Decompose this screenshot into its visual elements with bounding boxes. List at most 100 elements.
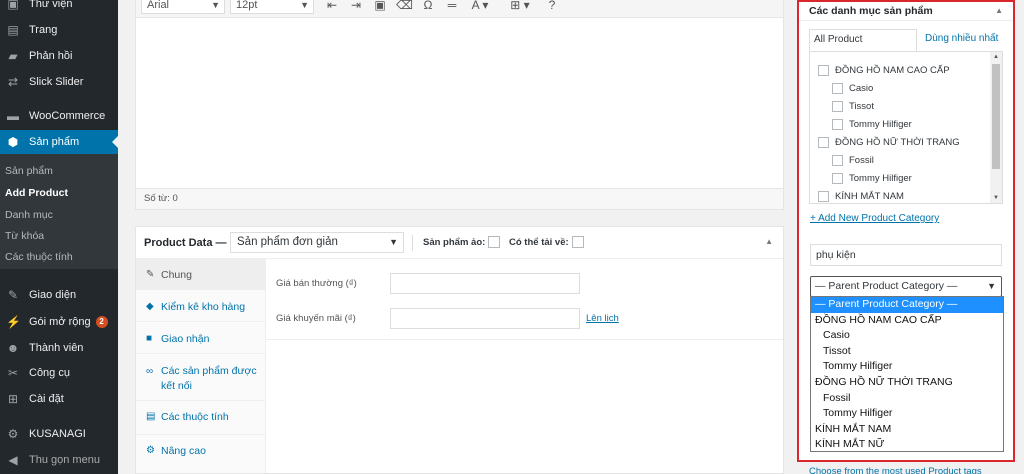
category-item[interactable]: ĐỒNG HỒ NAM CAO CẤP [818,65,950,76]
product-data-header: Product Data — Sản phẩm đơn giản ▼ Sản ph… [136,227,783,259]
dropdown-option[interactable]: KÍNH MẮT NỮ [811,437,1003,453]
menu-media[interactable]: ▣ Thư viện [0,0,118,16]
category-checkbox[interactable] [832,119,843,130]
menu-users[interactable]: ☻ Thành viên [0,336,118,360]
menu-label: Sản phẩm [29,136,80,148]
category-item[interactable]: Tommy Hilfiger [832,119,912,130]
scroll-down-icon[interactable]: ▼ [990,193,1002,203]
category-item[interactable]: Tissot [832,101,874,112]
collapse-menu-button[interactable]: ◀ Thu gọn menu [0,448,118,472]
menu-kusanagi[interactable]: ⚙ KUSANAGI [0,422,118,446]
categories-header: Các danh mục sản phẩm ▲ [799,2,1013,21]
category-checkbox[interactable] [832,101,843,112]
menu-label: Giao diện [29,289,77,301]
sale-price-label: Giá khuyến mãi (₫) [276,313,356,324]
inventory-icon: ◆ [146,301,154,312]
menu-label: KUSANAGI [29,428,86,440]
product-type-select[interactable]: Sản phẩm đơn giản ▼ [230,232,404,253]
help-icon[interactable]: ? [544,0,560,12]
sale-price-input[interactable] [390,308,580,329]
menu-plugins[interactable]: ⚡ Gói mở rộng 2 [0,310,118,334]
product-categories-box: Các danh mục sản phẩm ▲ All Product Cate… [797,0,1015,462]
submenu-tags[interactable]: Từ khóa [5,230,44,242]
text-color-icon[interactable]: A ▾ [468,0,492,12]
hr-icon[interactable]: ═ [444,0,460,12]
scrollbar-thumb[interactable] [992,64,1000,169]
collapse-toggle-icon[interactable]: ▲ [765,237,773,246]
category-checkbox[interactable] [832,155,843,166]
category-checkbox[interactable] [832,83,843,94]
submenu-attributes[interactable]: Các thuộc tính [5,251,73,263]
downloadable-checkbox[interactable] [572,236,584,248]
menu-label: Cài đặt [29,393,64,405]
menu-label: Thư viện [29,0,73,10]
paste-icon[interactable]: ▣ [372,0,388,12]
menu-products[interactable]: ⬢ Sản phẩm [0,130,118,154]
indent-icon[interactable]: ⇥ [348,0,364,12]
category-item[interactable]: Fossil [832,155,874,166]
font-size-select[interactable]: 12pt ▼ [230,0,314,14]
category-checkbox[interactable] [818,65,829,76]
menu-comments[interactable]: ▰ Phản hồi [0,44,118,68]
menu-label: Trang [29,24,58,36]
new-category-input[interactable]: phụ kiện [810,244,1002,266]
schedule-link[interactable]: Lên lịch [586,313,619,324]
table-icon[interactable]: ⊞ ▾ [508,0,532,12]
category-checkbox[interactable] [832,173,843,184]
tab-label: Giao nhận [161,333,210,345]
dropdown-option[interactable]: Casio [811,328,1003,344]
menu-appearance[interactable]: ✎ Giao diện [0,283,118,307]
tab-general[interactable]: ✎ Chung [136,259,266,290]
clear-format-icon[interactable]: ⌫ [396,0,413,12]
submenu-add-product[interactable]: Add Product [5,187,68,199]
dropdown-option[interactable]: Tommy Hilfiger [811,359,1003,375]
category-label: Fossil [849,155,874,166]
tab-shipping[interactable]: ■ Giao nhận [136,322,266,354]
tab-advanced[interactable]: ⚙ Nâng cao [136,435,266,473]
dropdown-option[interactable]: ĐỒNG HỒ NAM CAO CẤP [811,313,1003,329]
update-badge: 2 [95,316,108,328]
virtual-checkbox[interactable] [488,236,500,248]
editor-content-area[interactable] [136,18,783,188]
category-item[interactable]: KÍNH MẮT NAM [818,191,904,202]
dropdown-option[interactable]: ĐỒNG HỒ NỮ THỜI TRANG [811,375,1003,391]
menu-woocommerce[interactable]: ▬ WooCommerce [0,104,118,128]
submenu-all-products[interactable]: Sản phẩm [5,165,53,177]
tab-all-categories[interactable]: All Product Categories [809,29,917,65]
category-item[interactable]: ĐỒNG HỒ NỮ THỜI TRANG [818,137,960,148]
collapse-toggle-icon[interactable]: ▲ [995,6,1003,15]
shipping-icon: ■ [146,333,153,344]
tab-attributes[interactable]: ▤ Các thuộc tính [136,401,266,435]
dropdown-option[interactable]: KÍNH MẮT NAM [811,422,1003,438]
dropdown-option[interactable]: Fossil [811,391,1003,407]
menu-settings[interactable]: ⊞ Cài đặt [0,387,118,411]
category-label: Tommy Hilfiger [849,119,912,130]
category-item[interactable]: Casio [832,83,873,94]
regular-price-input[interactable] [390,273,580,294]
dropdown-option[interactable]: — Parent Product Category — [811,297,1003,313]
dropdown-option[interactable]: Tommy Hilfiger [811,406,1003,422]
menu-tools[interactable]: ✂ Công cụ [0,361,118,385]
menu-slick-slider[interactable]: ⇄ Slick Slider [0,70,118,94]
add-new-category-link[interactable]: + Add New Product Category [810,213,939,224]
menu-pages[interactable]: ▤ Trang [0,18,118,42]
dropdown-option[interactable]: Tissot [811,344,1003,360]
downloadable-label: Có thể tải về: [509,237,569,248]
categories-title: Các danh mục sản phẩm [809,5,933,17]
scrollbar[interactable]: ▲ ▼ [990,52,1002,203]
tab-inventory[interactable]: ◆ Kiểm kê kho hàng [136,290,266,322]
category-item[interactable]: Tommy Hilfiger [832,173,912,184]
submenu-categories[interactable]: Danh mục [5,209,53,221]
tab-most-used[interactable]: Dùng nhiều nhất [921,29,1002,51]
category-checkbox[interactable] [818,137,829,148]
category-checkbox[interactable] [818,191,829,202]
tab-label: Các sản phẩm được kết nối [161,365,257,392]
font-family-select[interactable]: Arial ▼ [141,0,225,14]
scroll-up-icon[interactable]: ▲ [990,52,1002,62]
tab-linked-products[interactable]: ∞ Các sản phẩm được kết nối [136,354,266,401]
media-icon: ▣ [7,0,19,11]
most-used-tags-link[interactable]: Choose from the most used Product tags [809,466,982,474]
outdent-icon[interactable]: ⇤ [324,0,340,12]
parent-category-select[interactable]: — Parent Product Category — ▼ [810,276,1002,297]
omega-icon[interactable]: Ω [420,0,436,12]
